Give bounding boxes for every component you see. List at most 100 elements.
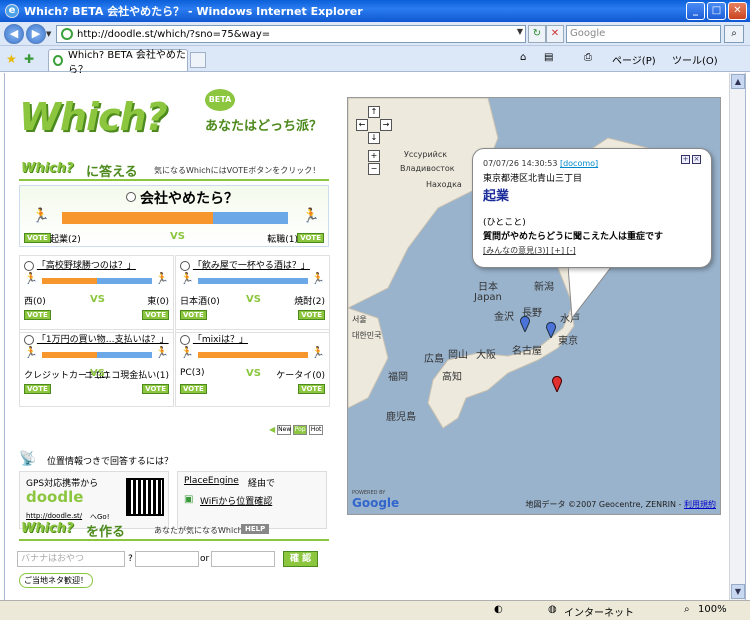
search-input[interactable]: Google [566, 25, 721, 43]
local-topics-note: ご当地ネタ歓迎！ [19, 573, 93, 588]
option-left-label: 西(0) [24, 297, 46, 307]
question-title[interactable]: 「飲み屋で一杯やる酒は？」 [180, 258, 310, 271]
option-b-input[interactable] [135, 551, 199, 567]
help-button[interactable]: HELP [241, 524, 270, 534]
confirm-button[interactable]: 確 認 [283, 551, 319, 567]
question-title[interactable]: 「高校野球勝つのは？」 [24, 258, 136, 271]
feed-icon[interactable]: ▤ [544, 52, 553, 63]
wifi-link[interactable]: WiFiから位置確認 [200, 494, 272, 507]
option-a-input[interactable]: バナナはおやつ [17, 551, 125, 567]
placeengine-link[interactable]: PlaceEngine [184, 476, 239, 486]
location-section: 📡 位置情報つきで回答するには？ GPS対応携帯から doodle http:/… [19, 451, 329, 529]
vote-left-button[interactable]: VOTE [180, 384, 207, 394]
add-favorite-icon[interactable]: ✚ [24, 52, 34, 66]
map-pin-red[interactable] [552, 376, 562, 392]
pan-up-icon[interactable]: ↑ [368, 106, 380, 118]
map-label-tokyo: 東京 [558, 336, 578, 347]
pan-down-icon[interactable]: ↓ [368, 132, 380, 144]
address-input[interactable]: http://doodle.st/which/?sno=75&way= ▼ [56, 25, 526, 43]
vote-right-button[interactable]: VOTE [298, 384, 325, 394]
google-logo[interactable]: POWERED BY Google [352, 490, 399, 510]
option-right-label: 東(0) [147, 297, 169, 307]
zoom-in-icon[interactable]: + [368, 150, 380, 162]
google-map[interactable]: ↑ ← → ↓ + − Уссурийск Владивосток Находк… [347, 97, 721, 515]
qr-code [126, 478, 164, 516]
url-dropdown-icon[interactable]: ▼ [517, 27, 523, 36]
vertical-scrollbar[interactable]: ▲ ▼ [729, 73, 745, 600]
bubble-links[interactable]: [みんなの意見(3)] [+] [-] [483, 245, 576, 256]
question-link[interactable]: 「1万円の買い物…支払いは？」 [37, 335, 169, 345]
window-title: Which? BETA 会社やめたら？ - Windows Internet E… [24, 5, 363, 18]
map-pin-blue-1[interactable] [520, 316, 530, 332]
minimize-button[interactable]: _ [686, 2, 705, 20]
zoom-level[interactable]: 100% [698, 604, 727, 615]
new-tab-button[interactable] [190, 52, 206, 68]
question-link[interactable]: 「高校野球勝つのは？」 [37, 261, 136, 271]
zoom-out-icon[interactable]: − [368, 163, 380, 175]
main-question-title[interactable]: 会社やめたら？ [140, 188, 238, 208]
tab-which[interactable]: Which? BETA 会社やめたら？ [48, 49, 188, 76]
scroll-down-icon[interactable]: ▼ [731, 584, 745, 599]
vote-right-button[interactable]: VOTE [298, 310, 325, 320]
question-link[interactable]: 「飲み屋で一杯やる酒は？」 [193, 261, 310, 271]
option-c-input[interactable] [211, 551, 275, 567]
refresh-icon[interactable]: ↻ [528, 25, 546, 43]
site-logo[interactable]: Which? [19, 95, 168, 139]
doodle-logo[interactable]: doodle [26, 488, 83, 506]
map-label-osaka: 大阪 [476, 350, 496, 361]
vote-right-button[interactable]: VOTE [142, 310, 169, 320]
question-link[interactable]: 「mixiは？」 [193, 335, 248, 345]
doodle-link[interactable]: http://doodle.st/ [26, 512, 82, 520]
scroll-up-icon[interactable]: ▲ [731, 74, 745, 89]
paging-pop[interactable]: Pop [293, 425, 308, 435]
print-icon[interactable]: ⎙ [584, 52, 592, 63]
question-radio[interactable] [24, 334, 34, 345]
pan-left-icon[interactable]: ← [356, 119, 368, 131]
question-radio[interactable] [24, 260, 34, 271]
section-heading: に答える [86, 165, 138, 180]
right-figure-icon: 🏃 [155, 346, 169, 359]
tools-menu[interactable]: ツール(O) [672, 52, 718, 67]
question-radio[interactable] [180, 260, 190, 271]
question-title[interactable]: 「mixiは？」 [180, 332, 248, 345]
page-menu[interactable]: ページ(P) [612, 52, 656, 67]
maximize-button[interactable]: □ [707, 2, 726, 20]
question-title[interactable]: 「1万円の買い物…支払いは？」 [24, 332, 169, 345]
map-label-seoul: 서울 [352, 315, 367, 324]
stop-icon[interactable]: ✕ [546, 25, 564, 43]
close-button[interactable]: ✕ [728, 2, 747, 20]
history-dropdown-icon[interactable]: ▼ [46, 30, 51, 38]
back-button[interactable]: ◀ [4, 24, 24, 44]
map-pin-blue-2[interactable] [546, 322, 556, 338]
option-left-label: 日本酒(0) [180, 297, 220, 307]
bubble-maximize-icon[interactable]: + [681, 155, 690, 164]
map-label-niigata: 新潟 [534, 282, 554, 293]
map-label-kochi: 高知 [442, 372, 462, 383]
vote-left-button[interactable]: VOTE [180, 310, 207, 320]
bubble-close-icon[interactable]: × [692, 155, 701, 164]
map-label-kanazawa: 金沢 [494, 312, 514, 323]
paging-new[interactable]: New [277, 425, 291, 435]
map-label-kagoshima: 鹿児島 [386, 412, 416, 423]
favorites-star-icon[interactable]: ★ [6, 52, 17, 66]
main-question-radio[interactable] [126, 192, 136, 202]
bubble-tail [568, 266, 613, 320]
question-radio[interactable] [180, 334, 190, 345]
forward-button[interactable]: ▶ [26, 24, 46, 44]
vote-right-button[interactable]: VOTE [142, 384, 169, 394]
vote-left-button[interactable]: VOTE [24, 384, 51, 394]
location-heading: 位置情報つきで回答するには？ [47, 457, 174, 467]
search-icon[interactable]: ⌕ [724, 25, 744, 43]
terms-link[interactable]: 利用規約 [684, 500, 716, 509]
paging-hot[interactable]: Hot [309, 425, 324, 435]
pan-right-icon[interactable]: → [380, 119, 392, 131]
map-label-korea: 대한민국 [352, 331, 382, 340]
bubble-user[interactable]: [docomo] [560, 159, 598, 168]
vote-left-button[interactable]: VOTE [24, 310, 51, 320]
option-right-label: ケータイ(0) [276, 371, 325, 381]
vote-left-button[interactable]: VOTE [24, 233, 51, 243]
home-icon[interactable]: ⌂ [520, 52, 526, 63]
prev-icon[interactable]: ◀ [269, 425, 275, 435]
vote-right-button[interactable]: VOTE [297, 233, 324, 243]
vs-label: VS [246, 368, 261, 379]
